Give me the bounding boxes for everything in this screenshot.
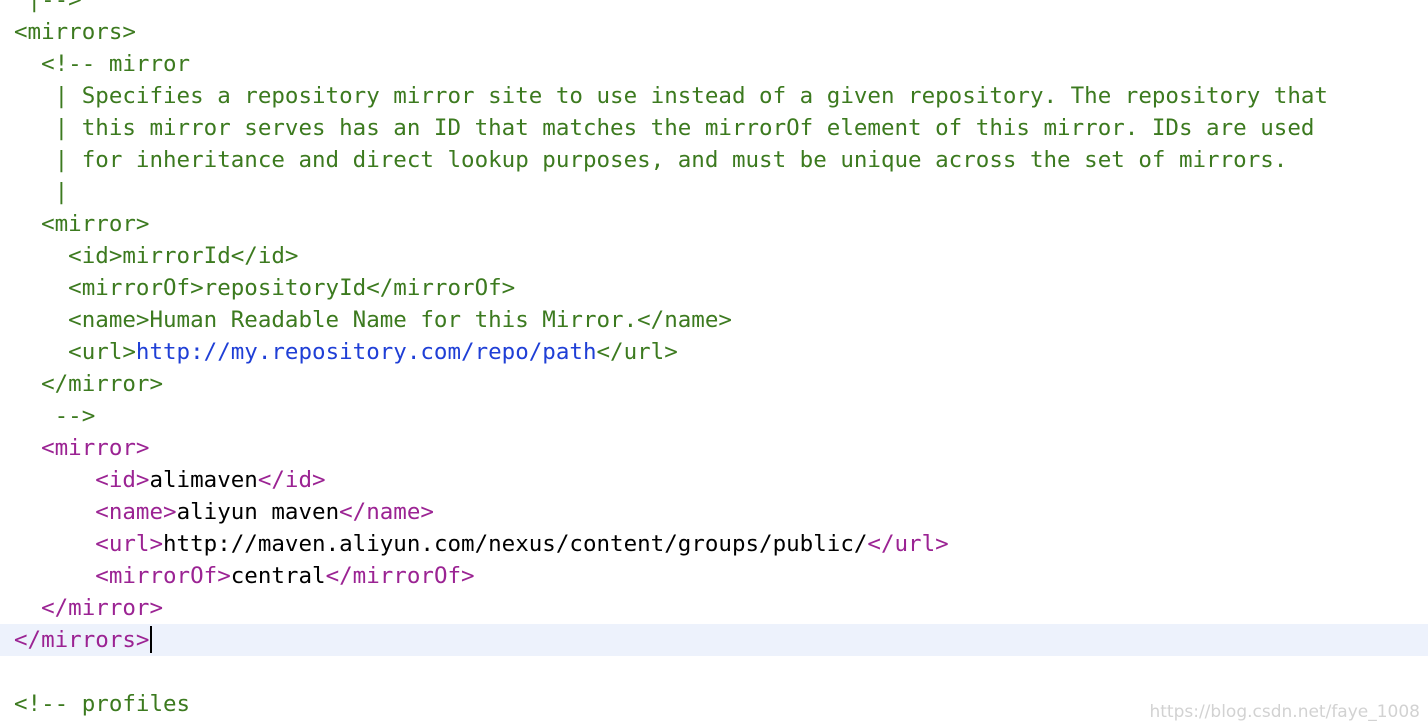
code-token: central <box>230 563 326 589</box>
code-line[interactable]: <name>Human Readable Name for this Mirro… <box>0 304 1428 336</box>
code-token: </url> <box>867 531 949 557</box>
code-token: |--> <box>14 0 82 13</box>
code-token: <id>mirrorId</id> <box>14 243 299 269</box>
code-token: <name> <box>14 499 177 525</box>
code-line[interactable]: <id>mirrorId</id> <box>0 240 1428 272</box>
code-token: <name>Human Readable Name for this Mirro… <box>14 307 732 333</box>
code-token: <mirror> <box>14 435 150 461</box>
code-token: </mirrors> <box>14 627 150 653</box>
code-token: | for inheritance and direct lookup purp… <box>14 147 1288 173</box>
code-token: <mirrorOf>repositoryId</mirrorOf> <box>14 275 516 301</box>
code-line[interactable]: <url>http://maven.aliyun.com/nexus/conte… <box>0 528 1428 560</box>
code-editor[interactable]: |--> <mirrors> <!-- mirror | Specifies a … <box>0 0 1428 728</box>
code-token: aliyun maven <box>176 499 340 525</box>
code-line[interactable]: <mirror> <box>0 432 1428 464</box>
code-token: <mirror> <box>14 211 150 237</box>
code-line[interactable]: </mirror> <box>0 592 1428 624</box>
code-line[interactable]: | Specifies a repository mirror site to … <box>0 80 1428 112</box>
code-token: <url> <box>14 339 136 365</box>
code-token: <url> <box>14 531 164 557</box>
code-line[interactable]: |--> <box>0 0 1428 16</box>
code-token: </url> <box>596 339 678 365</box>
code-token: | Specifies a repository mirror site to … <box>14 83 1328 109</box>
code-line[interactable]: </mirror> <box>0 368 1428 400</box>
code-line[interactable]: <id>alimaven</id> <box>0 464 1428 496</box>
code-token: <!-- profiles <box>14 691 191 717</box>
code-line[interactable]: <!-- mirror <box>0 48 1428 80</box>
code-token: | this mirror serves has an ID that matc… <box>14 115 1315 141</box>
code-line[interactable]: <mirrors> <box>0 16 1428 48</box>
code-token: | <box>14 179 69 205</box>
code-token: http://my.repository.com/repo/path <box>135 339 597 365</box>
text-caret <box>150 626 153 653</box>
code-token: </name> <box>339 499 434 525</box>
code-line[interactable]: </mirrors> <box>0 624 1428 656</box>
code-token: alimaven <box>149 467 258 493</box>
code-line[interactable]: | <box>0 176 1428 208</box>
code-line[interactable]: <name>aliyun maven</name> <box>0 496 1428 528</box>
code-line[interactable]: <mirrorOf>repositoryId</mirrorOf> <box>0 272 1428 304</box>
code-token: </mirror> <box>14 595 164 621</box>
code-token: http://maven.aliyun.com/nexus/content/gr… <box>163 531 868 557</box>
code-token: </mirrorOf> <box>325 563 475 589</box>
code-token: --> <box>14 403 96 429</box>
code-line[interactable]: <url>http://my.repository.com/repo/path<… <box>0 336 1428 368</box>
code-line[interactable]: <mirrorOf>central</mirrorOf> <box>0 560 1428 592</box>
code-token: </mirror> <box>14 371 164 397</box>
code-line[interactable] <box>0 656 1428 688</box>
code-line[interactable]: --> <box>0 400 1428 432</box>
code-line[interactable]: <mirror> <box>0 208 1428 240</box>
code-token: <mirrors> <box>14 19 136 45</box>
code-line[interactable]: | for inheritance and direct lookup purp… <box>0 144 1428 176</box>
code-token: <mirrorOf> <box>14 563 231 589</box>
code-token: </id> <box>257 467 326 493</box>
code-token: <id> <box>14 467 150 493</box>
code-line[interactable]: | this mirror serves has an ID that matc… <box>0 112 1428 144</box>
watermark-text: https://blog.csdn.net/faye_1008 <box>1149 702 1420 722</box>
code-token: <!-- mirror <box>14 51 191 77</box>
